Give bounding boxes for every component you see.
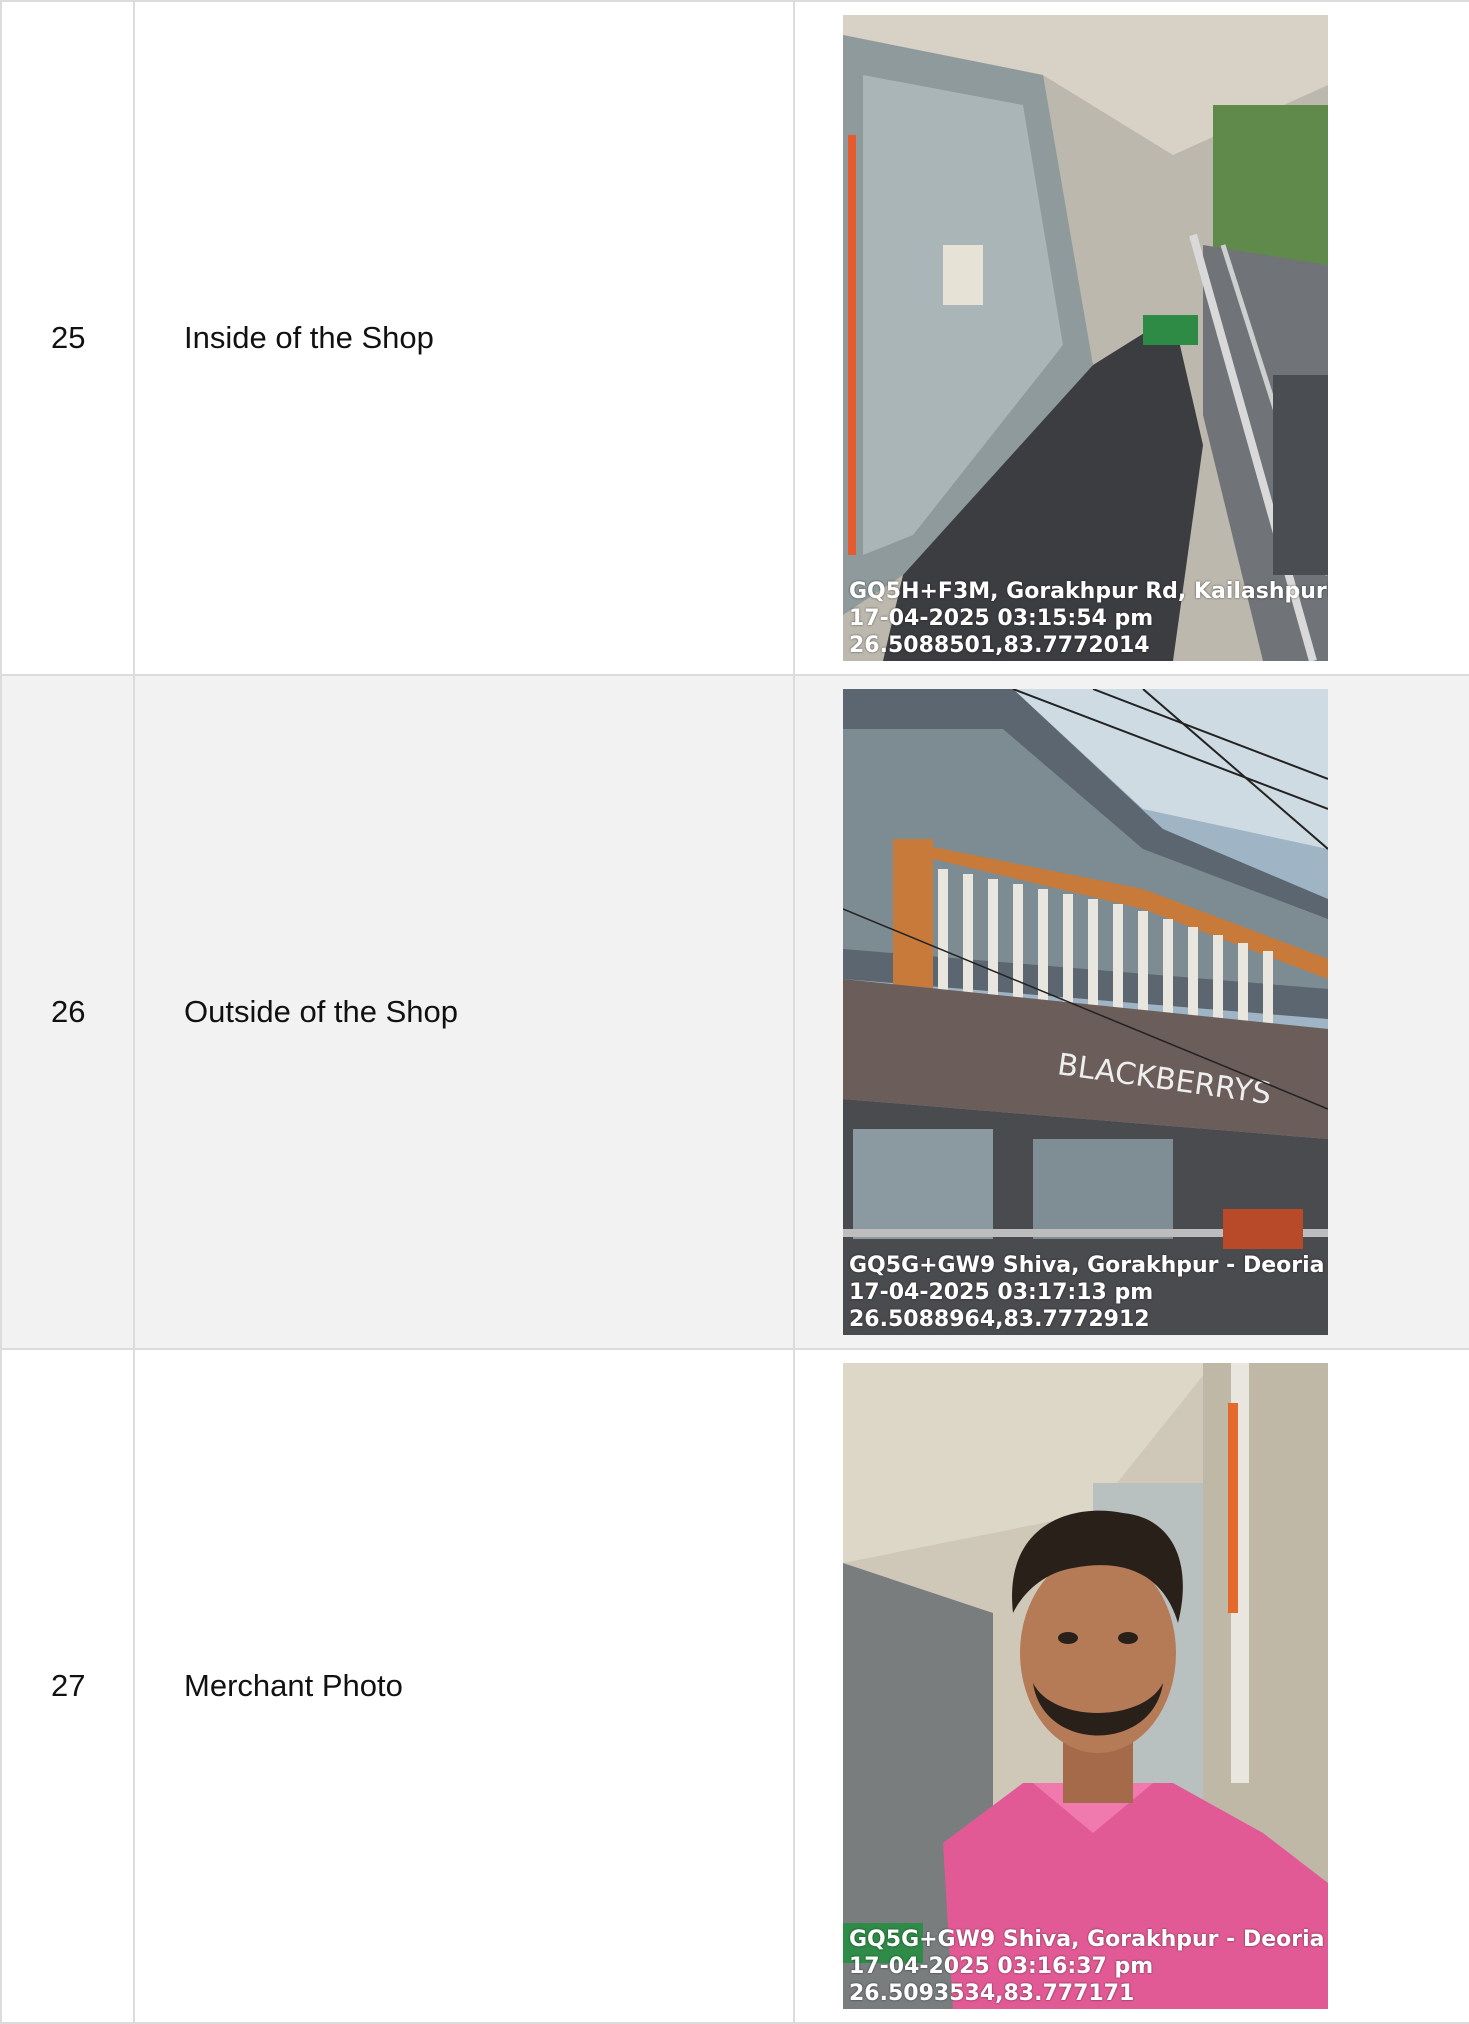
photo-geo-stamp: GQ5H+F3M, Gorakhpur Rd, Kailashpuri, Deo…: [849, 578, 1328, 659]
selfie-illustration: [843, 1363, 1328, 2009]
photo-cell: GQ5H+F3M, Gorakhpur Rd, Kailashpuri, Deo…: [793, 0, 1469, 676]
stamp-address: GQ5H+F3M, Gorakhpur Rd, Kailashpuri, Deo: [849, 579, 1328, 604]
corridor-illustration: [843, 15, 1328, 661]
stamp-datetime: 17-04-2025 03:15:54 pm: [849, 606, 1154, 631]
row-number: 25: [0, 0, 135, 676]
row-label: Inside of the Shop: [133, 0, 795, 676]
table-row: 25 Inside of the Shop GQ5H+F3M, Gorakhpu…: [0, 0, 1469, 676]
stamp-coords: 26.5088501,83.7772014: [849, 633, 1150, 658]
stamp-coords: 26.5093534,83.777171: [849, 1981, 1135, 2006]
stamp-address: GQ5G+GW9 Shiva, Gorakhpur - Deoria Hwy, …: [849, 1253, 1328, 1278]
table-row: 26 Outside of the Shop BLACKBERRYS GQ5G+…: [0, 674, 1469, 1350]
shop-corridor-photo[interactable]: GQ5H+F3M, Gorakhpur Rd, Kailashpuri, Deo…: [843, 15, 1328, 661]
facade-illustration: BLACKBERRYS: [843, 689, 1328, 1335]
stamp-datetime: 17-04-2025 03:17:13 pm: [849, 1280, 1154, 1305]
stamp-datetime: 17-04-2025 03:16:37 pm: [849, 1954, 1154, 1979]
row-number: 27: [0, 1348, 135, 2024]
row-number: 26: [0, 674, 135, 1350]
shop-facade-photo[interactable]: BLACKBERRYS GQ5G+GW9 Shiva, Gorakhpur - …: [843, 689, 1328, 1335]
merchant-selfie-photo[interactable]: GQ5G+GW9 Shiva, Gorakhpur - Deoria Hwy, …: [843, 1363, 1328, 2009]
table-row: 27 Merchant Photo GQ5G+GW9 Shiva, Gorakh…: [0, 1348, 1469, 2024]
row-label: Merchant Photo: [133, 1348, 795, 2024]
photo-geo-stamp: GQ5G+GW9 Shiva, Gorakhpur - Deoria Hwy, …: [849, 1926, 1328, 2007]
photo-geo-stamp: GQ5G+GW9 Shiva, Gorakhpur - Deoria Hwy, …: [849, 1252, 1328, 1333]
row-label: Outside of the Shop: [133, 674, 795, 1350]
photo-cell: BLACKBERRYS GQ5G+GW9 Shiva, Gorakhpur - …: [793, 674, 1469, 1350]
photo-report-table: 25 Inside of the Shop GQ5H+F3M, Gorakhpu…: [0, 0, 1469, 2024]
stamp-coords: 26.5088964,83.7772912: [849, 1307, 1150, 1332]
photo-cell: GQ5G+GW9 Shiva, Gorakhpur - Deoria Hwy, …: [793, 1348, 1469, 2024]
stamp-address: GQ5G+GW9 Shiva, Gorakhpur - Deoria Hwy, …: [849, 1927, 1328, 1952]
